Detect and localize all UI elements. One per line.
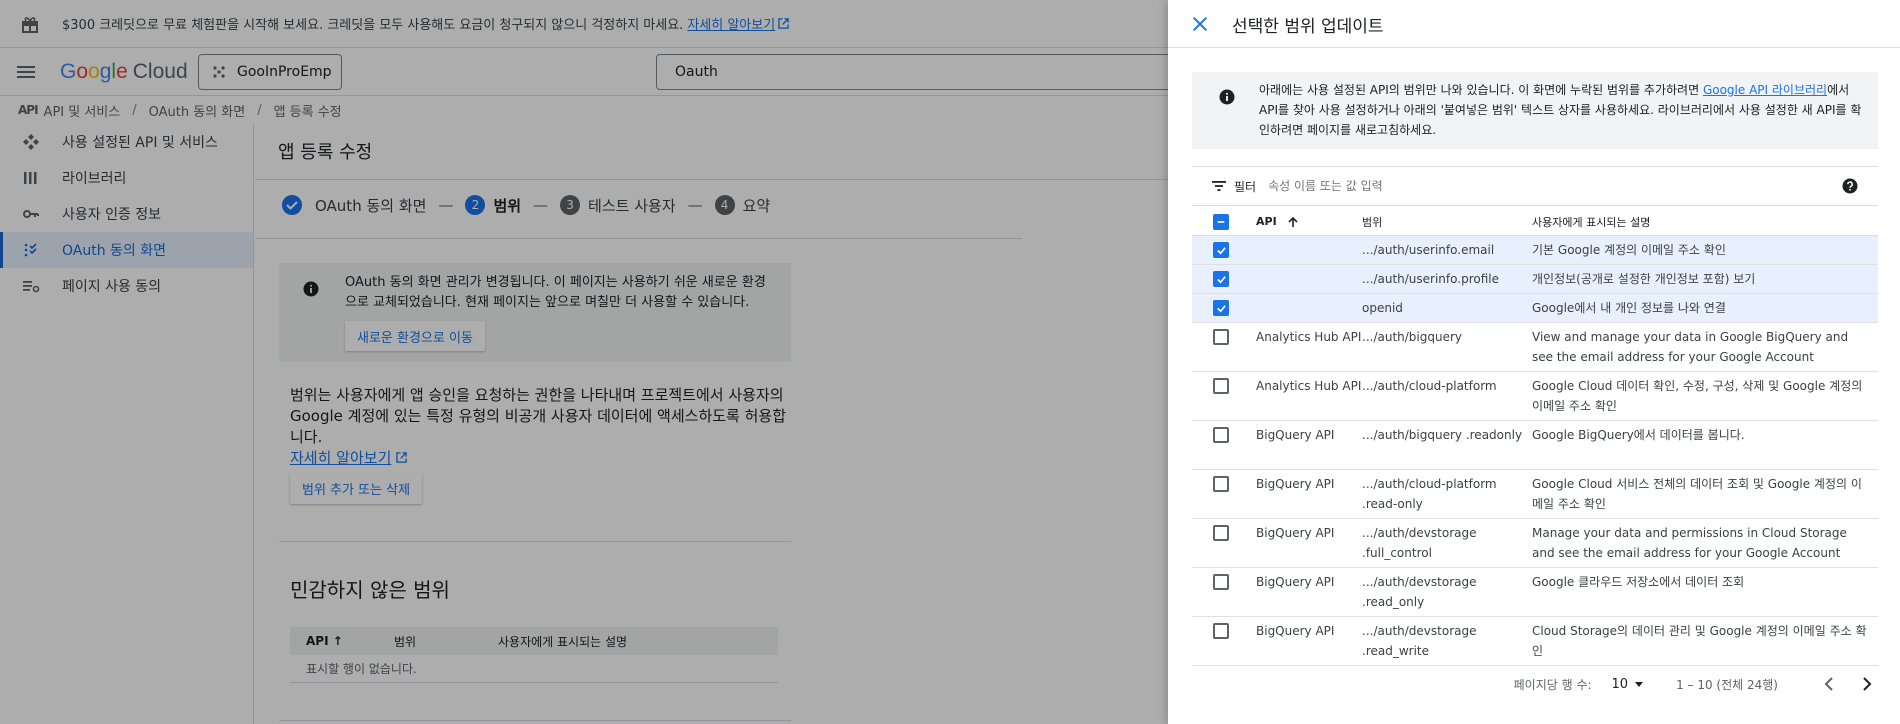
cell-scope: .../auth/devstorage .full_control (1362, 526, 1477, 560)
table-row[interactable]: BigQuery API .../auth/devstorage .full_c… (1192, 519, 1878, 568)
table-row[interactable]: .../auth/userinfo.profile 개인정보(공개로 설정한 개… (1192, 265, 1878, 294)
cell-description: Cloud Storage의 데이터 관리 및 Google 계정의 이메일 주… (1532, 624, 1867, 658)
cell-api: BigQuery API (1256, 428, 1335, 442)
column-header-api[interactable]: API (1256, 215, 1362, 228)
cell-description: 개인정보(공개로 설정한 개인정보 포함) 보기 (1532, 272, 1756, 286)
cell-scope: .../auth/bigquery .readonly (1362, 428, 1523, 442)
select-all-cell (1192, 213, 1256, 230)
table-row[interactable]: BigQuery API .../auth/bigquery .readonly… (1192, 421, 1878, 470)
scopes-table: API 범위 사용자에게 표시되는 설명 .../auth/userinfo.e… (1192, 208, 1878, 666)
table-row[interactable]: openid Google에서 내 개인 정보를 나와 연결 (1192, 294, 1878, 323)
filter-bar: 필터 (1192, 166, 1878, 206)
row-checkbox[interactable] (1213, 271, 1229, 287)
cell-description: Google에서 내 개인 정보를 나와 연결 (1532, 301, 1726, 315)
cell-api: BigQuery API (1256, 575, 1335, 589)
filter-input[interactable] (1268, 179, 1809, 193)
cell-scope: openid (1362, 301, 1403, 315)
rows-per-page-select[interactable]: 10 (1612, 677, 1645, 692)
filter-label: 필터 (1234, 179, 1257, 194)
table-row[interactable]: BigQuery API .../auth/devstorage .read_o… (1192, 568, 1878, 617)
table-row[interactable]: Analytics Hub API .../auth/cloud-platfor… (1192, 372, 1878, 421)
cell-scope: .../auth/userinfo.email (1362, 243, 1495, 257)
rows-per-page-label: 페이지당 행 수: (1513, 677, 1592, 692)
cell-api: BigQuery API (1256, 477, 1335, 491)
table-row[interactable]: Analytics Hub API .../auth/bigquery View… (1192, 323, 1878, 372)
filter-icon[interactable] (1210, 177, 1228, 195)
row-checkbox[interactable] (1213, 300, 1229, 316)
row-checkbox[interactable] (1213, 329, 1229, 345)
pagination: 페이지당 행 수: 10 1 – 10 (전체 24행) (1192, 672, 1878, 696)
row-checkbox[interactable] (1213, 574, 1229, 590)
rows-per-page-value: 10 (1611, 676, 1629, 692)
row-checkbox[interactable] (1213, 476, 1229, 492)
cell-api: BigQuery API (1256, 624, 1335, 638)
previous-page-icon[interactable] (1818, 672, 1842, 696)
cell-scope: .../auth/cloud-platform (1362, 379, 1497, 393)
row-checkbox[interactable] (1213, 427, 1229, 443)
table-row[interactable]: BigQuery API .../auth/cloud-platform .re… (1192, 470, 1878, 519)
row-checkbox[interactable] (1213, 378, 1229, 394)
modal-backdrop[interactable] (0, 0, 1168, 724)
sort-ascending-icon (1287, 216, 1298, 227)
table-header: API 범위 사용자에게 표시되는 설명 (1192, 208, 1878, 236)
help-icon[interactable] (1842, 178, 1858, 194)
cell-api: Analytics Hub API (1256, 330, 1362, 344)
row-checkbox[interactable] (1213, 525, 1229, 541)
select-all-checkbox[interactable] (1213, 213, 1229, 230)
page-range: 1 – 10 (전체 24행) (1676, 677, 1778, 692)
info-box: 아래에는 사용 설정된 API의 범위만 나와 있습니다. 이 화면에 누락된 … (1192, 72, 1878, 149)
cell-description: 기본 Google 계정의 이메일 주소 확인 (1532, 243, 1726, 257)
cell-api: BigQuery API (1256, 526, 1335, 540)
cell-scope: .../auth/userinfo.profile (1362, 272, 1499, 286)
cell-api: Analytics Hub API (1256, 379, 1362, 393)
row-checkbox[interactable] (1213, 623, 1229, 639)
cell-description: Manage your data and permissions in Clou… (1532, 526, 1847, 560)
dropdown-arrow-icon (1635, 682, 1644, 687)
info-text: 아래에는 사용 설정된 API의 범위만 나와 있습니다. 이 화면에 누락된 … (1259, 83, 1862, 137)
row-checkbox[interactable] (1213, 242, 1229, 258)
divider (1168, 47, 1900, 48)
update-scopes-panel: 선택한 범위 업데이트 아래에는 사용 설정된 API의 범위만 나와 있습니다… (1168, 0, 1900, 724)
column-header-description: 사용자에게 표시되는 설명 (1532, 215, 1651, 229)
api-library-link[interactable]: Google API 라이브러리 (1703, 83, 1827, 97)
close-icon[interactable] (1186, 10, 1214, 38)
cell-scope: .../auth/devstorage .read_write (1362, 624, 1477, 658)
cell-scope: .../auth/devstorage .read_only (1362, 575, 1477, 609)
table-row[interactable]: .../auth/userinfo.email 기본 Google 계정의 이메… (1192, 236, 1878, 265)
panel-title: 선택한 범위 업데이트 (1232, 17, 1384, 37)
cell-scope: .../auth/bigquery (1362, 330, 1463, 344)
table-row[interactable]: BigQuery API .../auth/devstorage .read_w… (1192, 617, 1878, 666)
cell-description: Google Cloud 서비스 전체의 데이터 조회 및 Google 계정의… (1532, 477, 1862, 511)
cell-description: View and manage your data in Google BigQ… (1532, 330, 1849, 364)
cell-description: Google BigQuery에서 데이터를 봅니다. (1532, 428, 1745, 442)
info-icon (1219, 89, 1235, 105)
cell-description: Google Cloud 데이터 확인, 수정, 구성, 삭제 및 Google… (1532, 379, 1863, 413)
cell-scope: .../auth/cloud-platform .read-only (1362, 477, 1497, 511)
next-page-icon[interactable] (1854, 672, 1878, 696)
cell-description: Google 클라우드 저장소에서 데이터 조회 (1532, 575, 1745, 589)
column-header-scope: 범위 (1362, 215, 1383, 229)
